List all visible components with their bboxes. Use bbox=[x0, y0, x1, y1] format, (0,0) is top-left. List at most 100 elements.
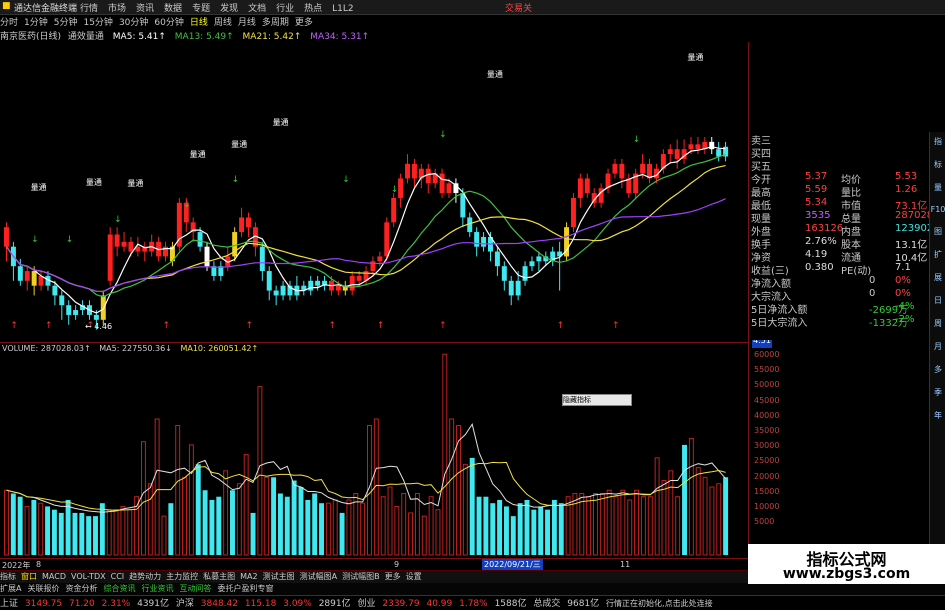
volume-bar-down bbox=[51, 509, 57, 555]
volume-tick: 10000 bbox=[754, 502, 780, 511]
period-tab[interactable]: 多周期 bbox=[262, 15, 289, 28]
period-tab[interactable]: 30分钟 bbox=[119, 15, 148, 28]
side-nav-item[interactable]: 年 bbox=[930, 410, 945, 421]
indicator-tab[interactable]: 主力监控 bbox=[166, 571, 198, 582]
sz-index-name[interactable]: 沪深 bbox=[176, 599, 194, 609]
volume-bar-down bbox=[230, 490, 235, 555]
candle-body bbox=[100, 295, 106, 320]
period-tab[interactable]: 15分钟 bbox=[83, 15, 112, 28]
volume-bar-up bbox=[401, 492, 407, 556]
extension-tab[interactable]: 扩展A bbox=[0, 583, 21, 594]
volume-bar-down bbox=[168, 503, 174, 555]
indicator-tab[interactable]: MACD bbox=[42, 572, 66, 581]
indicator-tab[interactable]: 私募主图 bbox=[203, 571, 235, 582]
sz-index-change: 115.18 bbox=[244, 599, 277, 609]
sell-arrow-icon: ↓ bbox=[31, 235, 39, 245]
indicator-tab[interactable]: VOL-TDX bbox=[71, 572, 106, 581]
volume-chart[interactable] bbox=[0, 343, 748, 558]
volume-bar-down bbox=[291, 480, 297, 555]
period-tab[interactable]: 60分钟 bbox=[154, 15, 183, 28]
indicator-tab[interactable]: 设置 bbox=[406, 571, 422, 582]
side-nav-item[interactable]: 扩 bbox=[930, 249, 945, 260]
indicator-tab[interactable]: 更多 bbox=[385, 571, 401, 582]
top-menu: 行情 市场 资讯 数据 专题 发现 文档 行业 热点 L1L2 bbox=[80, 1, 364, 14]
indicator-tab[interactable]: 趋势动力 bbox=[129, 571, 161, 582]
extension-tab[interactable]: 委托户盈利专窗 bbox=[217, 583, 273, 594]
side-nav-item[interactable]: F10 bbox=[930, 205, 945, 214]
top-menu-item[interactable]: 热点 bbox=[304, 4, 322, 14]
side-nav-item[interactable]: 周 bbox=[930, 318, 945, 329]
extension-tab[interactable]: 行业资讯 bbox=[141, 583, 173, 594]
quote-row: 5日大宗流入 -1332万 -2% bbox=[749, 314, 929, 329]
period-tab[interactable]: 更多 bbox=[295, 15, 313, 28]
volume-bar-down bbox=[45, 506, 51, 555]
volume-bar-down bbox=[339, 512, 345, 555]
volume-bar-up bbox=[24, 505, 30, 556]
volume-bar-up bbox=[140, 441, 146, 556]
side-nav-item[interactable]: 图 bbox=[930, 226, 945, 237]
volume-bar-up bbox=[572, 492, 578, 556]
candlestick-chart[interactable]: 量通量通 量通量通量通量通量通量通↑ ↑ ↑ ↑ ↑ ↑ ↑ ↑ ↑ ↑↓ ↓↓↓↓ ↓↓↓ ↓ ← 4.… bbox=[0, 42, 748, 342]
period-tab[interactable]: 分时 bbox=[0, 15, 18, 28]
side-nav-item[interactable]: 指 bbox=[930, 136, 945, 147]
period-tab-active[interactable]: 日线 bbox=[190, 15, 208, 28]
period-tab[interactable]: 5分钟 bbox=[54, 15, 78, 28]
candle-body bbox=[128, 241, 134, 252]
indicator-tab[interactable]: 测试幅图B bbox=[342, 571, 380, 582]
top-menu-item[interactable]: 文档 bbox=[248, 4, 266, 14]
connection-status[interactable]: 行情正在初始化,点击此处连接 bbox=[606, 599, 713, 608]
extension-tab[interactable]: 资金分析 bbox=[65, 583, 97, 594]
signal-label: 量通 bbox=[687, 52, 703, 62]
volume-bar-up bbox=[188, 444, 194, 556]
side-nav-item[interactable]: 日 bbox=[930, 295, 945, 306]
volume-bar-up bbox=[257, 386, 263, 556]
indicator-tab[interactable]: 窗口 bbox=[21, 571, 37, 582]
period-tab[interactable]: 周线 bbox=[214, 15, 232, 28]
top-menu-item[interactable]: 行业 bbox=[276, 4, 294, 14]
total-turnover-label: 总成交 bbox=[533, 599, 561, 609]
hide-indicator-tooltip[interactable]: 隐藏指标 bbox=[562, 394, 632, 406]
indicator-tab[interactable]: 指标 bbox=[0, 571, 16, 582]
candle-body bbox=[107, 234, 113, 281]
period-tab[interactable]: 月线 bbox=[238, 15, 256, 28]
candle-body bbox=[446, 183, 452, 194]
candle-body bbox=[176, 202, 182, 247]
quote-cell: 123902 bbox=[895, 223, 934, 234]
volume-bar-up bbox=[154, 418, 160, 556]
indicator-tab[interactable]: 测试主图 bbox=[263, 571, 295, 582]
extension-tab[interactable]: 关联报价 bbox=[27, 583, 59, 594]
top-menu-item[interactable]: 市场 bbox=[108, 4, 126, 14]
signal-label: 量通 bbox=[31, 182, 47, 192]
side-nav-item[interactable]: 量 bbox=[930, 182, 945, 193]
cy-index-name[interactable]: 创业 bbox=[357, 599, 375, 609]
side-nav-item[interactable]: 展 bbox=[930, 272, 945, 283]
side-nav-item[interactable]: 标 bbox=[930, 159, 945, 170]
extension-tab[interactable]: 互动问答 bbox=[179, 583, 211, 594]
quote-row: 买五 bbox=[749, 158, 929, 173]
sh-index-name[interactable]: 上证 bbox=[0, 599, 18, 609]
candle-body bbox=[667, 149, 673, 155]
top-menu-item[interactable]: 行情 bbox=[80, 4, 98, 14]
cy-index-value: 2339.79 bbox=[382, 599, 420, 609]
top-menu-item[interactable]: 资讯 bbox=[136, 4, 154, 14]
trade-button[interactable]: 交易关 bbox=[505, 1, 532, 14]
volume-bar-down bbox=[195, 464, 201, 555]
volume-bar-down bbox=[558, 503, 564, 555]
candle-body bbox=[508, 280, 514, 296]
volume-bar-up bbox=[421, 515, 427, 556]
side-nav-item[interactable]: 月 bbox=[930, 341, 945, 352]
indicator-tab[interactable]: MA2 bbox=[240, 572, 257, 581]
indicator-tab[interactable]: 测试幅图A bbox=[300, 571, 337, 582]
candle-body bbox=[17, 266, 23, 281]
signal-label: 量通 bbox=[190, 149, 206, 159]
extension-tab[interactable]: 综合资讯 bbox=[103, 583, 135, 594]
indicator-tab[interactable]: CCI bbox=[111, 572, 125, 581]
side-nav-item[interactable]: 季 bbox=[930, 387, 945, 398]
top-menu-item[interactable]: 专题 bbox=[192, 4, 210, 14]
top-menu-item[interactable]: 数据 bbox=[164, 4, 182, 14]
period-tab[interactable]: 1分钟 bbox=[24, 15, 48, 28]
top-menu-item[interactable]: L1L2 bbox=[332, 4, 353, 14]
candle-body bbox=[570, 197, 576, 228]
top-menu-item[interactable]: 发现 bbox=[220, 4, 238, 14]
side-nav-item[interactable]: 多 bbox=[930, 364, 945, 375]
